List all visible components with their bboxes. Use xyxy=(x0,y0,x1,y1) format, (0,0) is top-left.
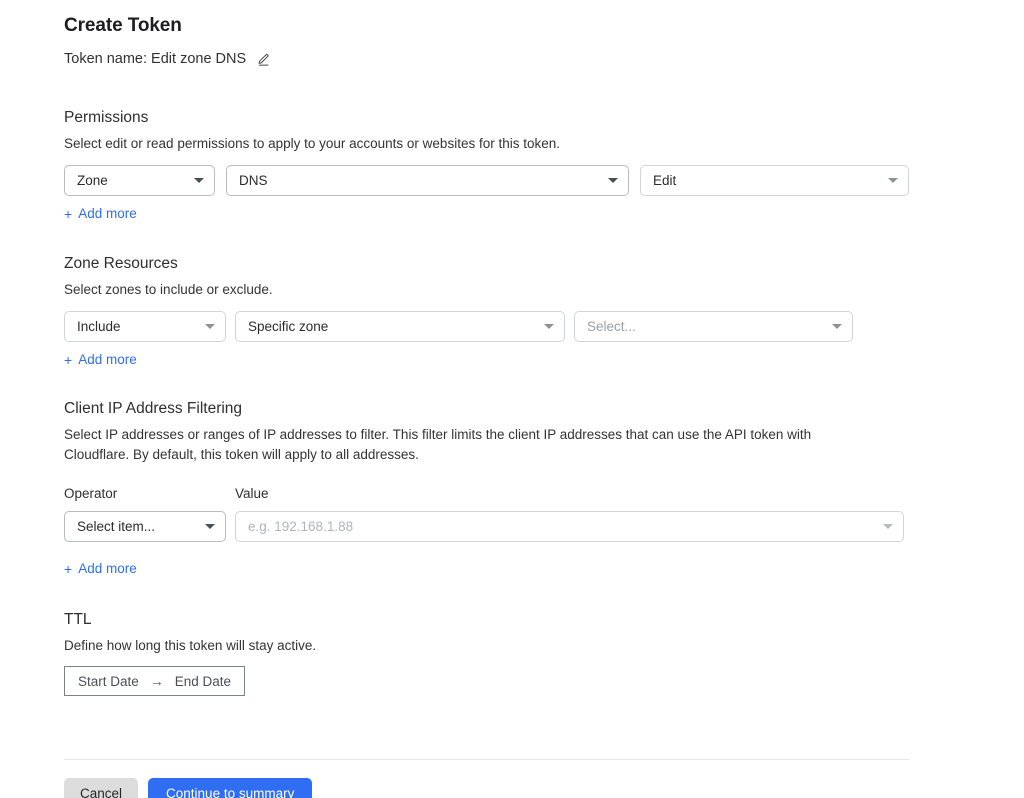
zone-resources-add-more-button[interactable]: + Add more xyxy=(64,351,137,369)
ttl-title: TTL xyxy=(64,611,92,628)
ip-operator-select[interactable]: Select item... xyxy=(64,511,226,542)
footer-divider xyxy=(64,759,909,760)
value-label: Value xyxy=(235,486,269,501)
permissions-add-more-label: Add more xyxy=(78,206,137,221)
plus-icon: + xyxy=(64,206,73,222)
chevron-down-icon xyxy=(832,324,842,329)
permission-level-value: Edit xyxy=(653,173,677,188)
zone-name-placeholder: Select... xyxy=(587,319,636,334)
ttl-start-date[interactable]: Start Date xyxy=(78,674,139,689)
footer-actions: Cancel Continue to summary xyxy=(64,778,909,798)
operator-label: Operator xyxy=(64,486,118,501)
permission-resource-value: Zone xyxy=(77,173,108,188)
permissions-description: Select edit or read permissions to apply… xyxy=(64,136,560,151)
token-name-label: Token name: Edit zone DNS xyxy=(64,51,247,67)
zone-resources-add-more-label: Add more xyxy=(78,352,137,367)
create-token-page: Create Token Token name: Edit zone DNS P… xyxy=(0,0,1024,798)
ip-filtering-title: Client IP Address Filtering xyxy=(64,400,243,417)
page-title: Create Token xyxy=(64,15,182,36)
zone-resources-row: Include Specific zone Select... xyxy=(64,311,909,342)
ttl-date-range-picker[interactable]: Start Date → End Date xyxy=(64,666,246,696)
chevron-down-icon xyxy=(544,324,554,329)
zone-inclusion-select[interactable]: Include xyxy=(64,311,226,342)
ip-filtering-section: Client IP Address Filtering Select IP ad… xyxy=(64,399,909,579)
zone-resources-title: Zone Resources xyxy=(64,255,178,272)
ip-filtering-description: Select IP addresses or ranges of IP addr… xyxy=(64,427,812,462)
chevron-down-icon xyxy=(194,178,204,183)
continue-to-summary-button[interactable]: Continue to summary xyxy=(148,778,313,798)
chevron-down-icon xyxy=(888,178,898,183)
plus-icon: + xyxy=(64,352,73,368)
ip-filtering-row: Select item... e.g. 192.168.1.88 xyxy=(64,511,909,542)
permission-group-value: DNS xyxy=(239,173,268,188)
ip-operator-value: Select item... xyxy=(77,519,156,534)
permissions-title: Permissions xyxy=(64,109,149,126)
zone-resources-section: Zone Resources Select zones to include o… xyxy=(64,254,909,370)
token-name-row: Token name: Edit zone DNS xyxy=(64,49,909,69)
cancel-button[interactable]: Cancel xyxy=(64,778,139,798)
permissions-row: Zone DNS Edit xyxy=(64,165,909,196)
ttl-end-date[interactable]: End Date xyxy=(175,674,231,689)
ttl-row: Start Date → End Date xyxy=(64,666,909,696)
chevron-down-icon xyxy=(205,324,215,329)
ttl-description: Define how long this token will stay act… xyxy=(64,638,317,653)
ip-value-placeholder: e.g. 192.168.1.88 xyxy=(248,519,354,534)
permission-level-select[interactable]: Edit xyxy=(640,165,909,196)
chevron-down-icon xyxy=(205,524,215,529)
zone-scope-value: Specific zone xyxy=(248,319,329,334)
ip-value-input[interactable]: e.g. 192.168.1.88 xyxy=(235,511,904,542)
zone-resources-description: Select zones to include or exclude. xyxy=(64,282,273,297)
ip-filtering-add-more-button[interactable]: + Add more xyxy=(64,560,137,578)
ip-filtering-add-more-label: Add more xyxy=(78,561,137,576)
pencil-icon[interactable] xyxy=(256,52,271,67)
zone-inclusion-value: Include xyxy=(77,319,121,334)
ip-filtering-labels-row: Operator Value xyxy=(64,485,909,503)
form-container: Create Token Token name: Edit zone DNS P… xyxy=(64,0,909,798)
permission-group-select[interactable]: DNS xyxy=(226,165,629,196)
zone-scope-select[interactable]: Specific zone xyxy=(235,311,565,342)
chevron-down-icon xyxy=(608,178,618,183)
permissions-add-more-button[interactable]: + Add more xyxy=(64,205,137,223)
plus-icon: + xyxy=(64,561,73,577)
arrow-right-icon: → xyxy=(149,673,164,689)
permissions-section: Permissions Select edit or read permissi… xyxy=(64,108,909,224)
ttl-section: TTL Define how long this token will stay… xyxy=(64,610,909,696)
zone-name-select[interactable]: Select... xyxy=(574,311,853,342)
chevron-down-icon xyxy=(883,524,893,529)
permission-resource-select[interactable]: Zone xyxy=(64,165,215,196)
